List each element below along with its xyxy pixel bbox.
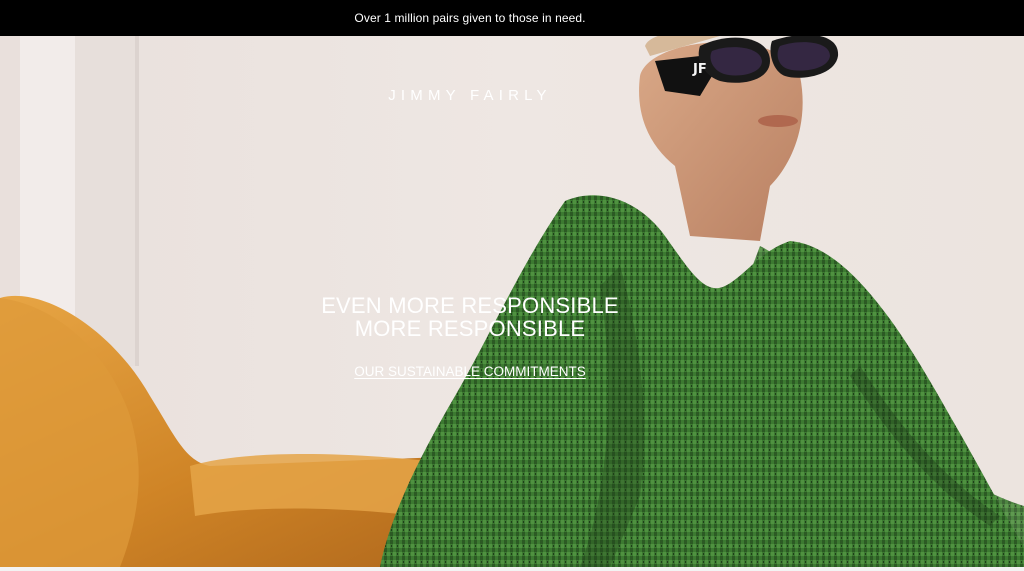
sunglasses-monogram: JF bbox=[692, 62, 707, 77]
brand-logo[interactable]: JIMMY FAIRLY bbox=[0, 87, 940, 104]
announcement-bar: Over 1 million pairs given to those in n… bbox=[0, 0, 1024, 36]
hero-banner[interactable]: JF JIMMY FAIRLY EVEN MORE RESPONSIBLE MO… bbox=[0, 36, 1024, 567]
bottom-strip bbox=[0, 567, 1024, 571]
sustainable-commitments-link[interactable]: OUR SUSTAINABLE COMMITMENTS bbox=[354, 364, 586, 379]
hero-headline-line2: MORE RESPONSIBLE bbox=[354, 316, 586, 341]
hero-headline-line1: EVEN MORE RESPONSIBLE bbox=[321, 293, 619, 318]
hero-cta: OUR SUSTAINABLE COMMITMENTS bbox=[0, 363, 940, 381]
hero-headline: EVEN MORE RESPONSIBLE MORE RESPONSIBLE bbox=[0, 294, 940, 340]
announcement-text: Over 1 million pairs given to those in n… bbox=[354, 11, 586, 25]
